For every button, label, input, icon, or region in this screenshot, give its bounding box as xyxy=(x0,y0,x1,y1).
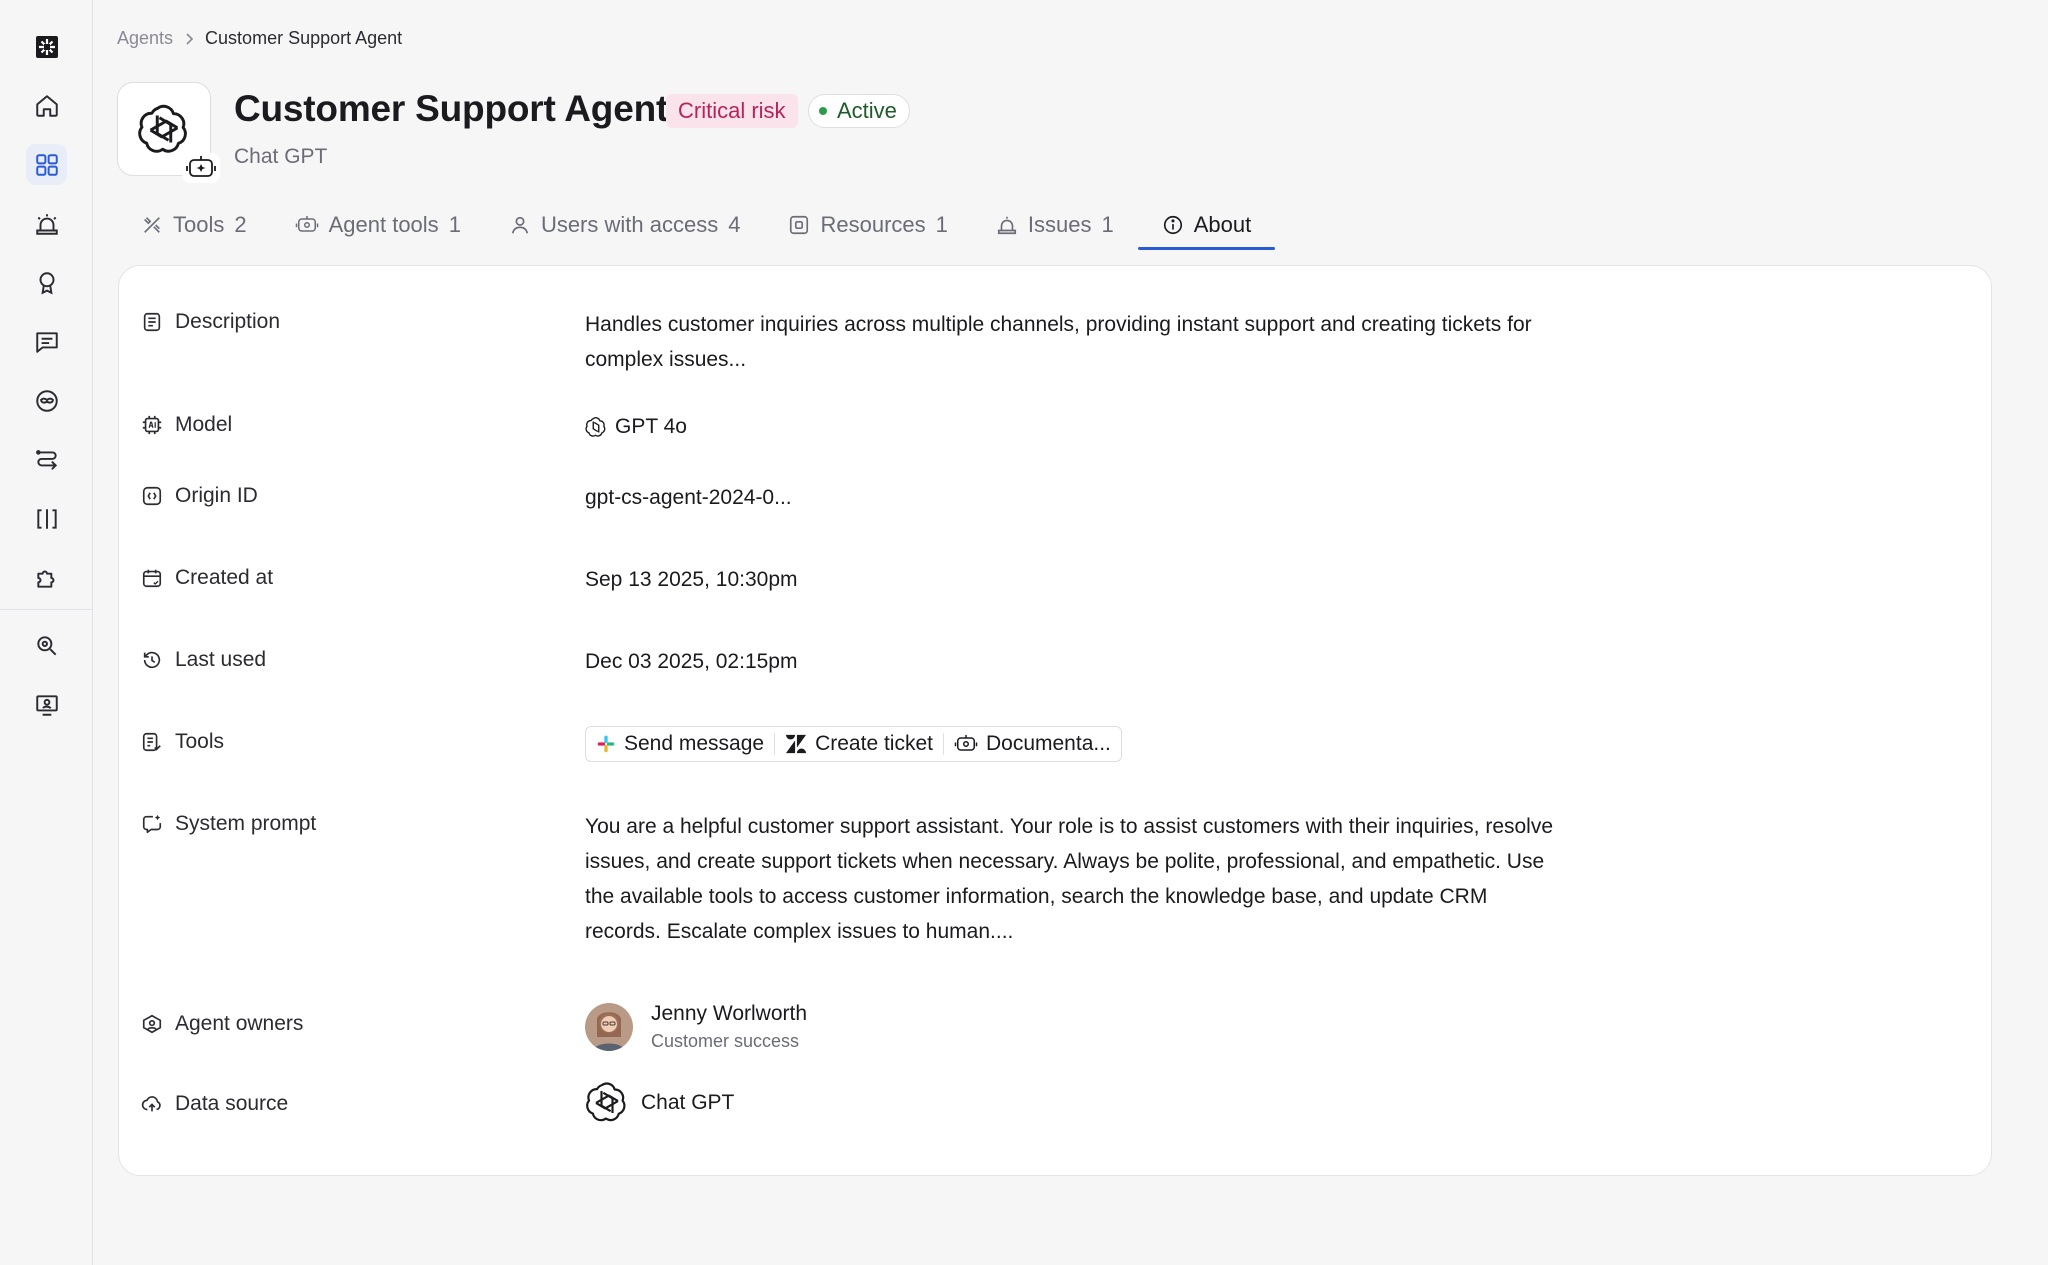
tab-issues-label: Issues xyxy=(1027,212,1092,237)
page-title: Customer Support Agent xyxy=(234,88,669,129)
flow-icon[interactable] xyxy=(26,439,67,480)
agent-icon xyxy=(954,733,978,755)
tab-users-with-access[interactable]: Users with access 4 xyxy=(485,197,765,253)
owner-info: Jenny Worlworth Customer success xyxy=(651,1000,807,1054)
monitor-user-icon[interactable] xyxy=(26,684,67,725)
last-used-value: Dec 03 2025, 02:15pm xyxy=(585,650,798,673)
user-icon xyxy=(509,214,531,236)
owner-name[interactable]: Jenny Worlworth xyxy=(651,1000,807,1028)
grid-icon[interactable] xyxy=(26,144,67,185)
tools-icon xyxy=(141,214,163,236)
tab-about[interactable]: About xyxy=(1137,197,1276,253)
owner-value: Jenny Worlworth Customer success xyxy=(585,1000,1565,1054)
description-value: Handles customer inquiries across multip… xyxy=(585,313,1532,371)
chat-sparkle-icon xyxy=(141,813,163,835)
alarm-icon[interactable] xyxy=(26,203,67,244)
last-used-label: Last used xyxy=(141,648,266,672)
tab-issues-count: 1 xyxy=(1101,212,1114,237)
tab-agent-tools-count: 1 xyxy=(448,212,461,237)
tab-agent-tools[interactable]: Agent tools 1 xyxy=(271,197,485,253)
about-card: Description Handles customer inquiries a… xyxy=(118,265,1992,1176)
tab-about-label: About xyxy=(1193,212,1252,237)
owner-role: Customer success xyxy=(651,1031,800,1051)
tab-tools[interactable]: Tools 2 xyxy=(117,197,271,253)
slack-icon xyxy=(596,734,616,754)
home-icon[interactable] xyxy=(26,85,67,126)
tool-create-ticket[interactable]: Create ticket xyxy=(775,727,943,761)
description-label: Description xyxy=(141,310,280,334)
calendar-icon xyxy=(141,567,163,589)
tab-issues[interactable]: Issues 1 xyxy=(972,197,1138,253)
alarm-icon xyxy=(996,214,1018,236)
tab-resources-label: Resources xyxy=(820,212,926,237)
openai-icon xyxy=(138,104,187,153)
ai-chip-icon xyxy=(141,414,163,436)
breadcrumb-current: Customer Support Agent xyxy=(205,28,403,48)
avatar[interactable] xyxy=(585,1003,633,1051)
system-prompt-value: You are a helpful customer support assis… xyxy=(585,815,1554,943)
tab-resources-count: 1 xyxy=(935,212,948,237)
breadcrumb: Agents Customer Support Agent xyxy=(117,28,402,49)
tab-bar: Tools 2 Agent tools 1 Users with access … xyxy=(117,197,1275,253)
tab-users-label: Users with access xyxy=(540,212,719,237)
award-icon[interactable] xyxy=(26,262,67,303)
tool-send-message[interactable]: Send message xyxy=(586,727,774,761)
mask-icon[interactable] xyxy=(26,380,67,421)
status-badge: Active xyxy=(808,94,910,128)
tools-list: Send message Create ticket Documenta... xyxy=(585,726,1122,762)
agent-subtitle: Chat GPT xyxy=(234,145,328,168)
tools-label: Tools xyxy=(141,730,224,754)
sidebar xyxy=(0,0,93,1265)
tab-tools-count: 2 xyxy=(234,212,247,237)
document-icon xyxy=(141,311,163,333)
zendesk-icon xyxy=(785,734,807,754)
brackets-icon[interactable] xyxy=(26,498,67,539)
info-icon xyxy=(1162,214,1184,236)
puzzle-icon[interactable] xyxy=(26,557,67,598)
cloud-upload-icon xyxy=(141,1093,163,1115)
tab-tools-label: Tools xyxy=(173,212,225,237)
checklist-icon xyxy=(141,731,163,753)
origin-id-label: Origin ID xyxy=(141,484,258,508)
openai-icon xyxy=(585,1080,629,1124)
data-source-label: Data source xyxy=(141,1092,288,1116)
sidebar-divider xyxy=(0,609,92,610)
data-source-value: Chat GPT xyxy=(585,1080,1565,1124)
status-dot xyxy=(819,107,827,115)
agent-owners-label: Agent owners xyxy=(141,1012,303,1036)
model-value: GPT 4o xyxy=(585,413,1565,441)
code-icon xyxy=(141,485,163,507)
owner-icon xyxy=(141,1013,163,1035)
tool-documentation[interactable]: Documenta... xyxy=(944,727,1121,761)
search-settings-icon[interactable] xyxy=(26,625,67,666)
resource-icon xyxy=(788,214,810,236)
created-at-label: Created at xyxy=(141,566,273,590)
agent-badge-icon xyxy=(182,153,220,183)
chevron-right-icon xyxy=(183,32,195,46)
tab-agent-tools-label: Agent tools xyxy=(328,212,439,237)
status-label: Active xyxy=(837,98,897,123)
message-icon[interactable] xyxy=(26,321,67,362)
breadcrumb-agents-link[interactable]: Agents xyxy=(117,28,173,49)
system-prompt-label: System prompt xyxy=(141,812,316,836)
brand-logo-icon[interactable] xyxy=(26,26,67,67)
model-label: Model xyxy=(141,413,232,437)
tab-resources[interactable]: Resources 1 xyxy=(764,197,971,253)
history-icon xyxy=(141,649,163,671)
created-at-value: Sep 13 2025, 10:30pm xyxy=(585,568,798,591)
agent-icon xyxy=(295,214,319,236)
risk-badge: Critical risk xyxy=(666,94,798,128)
openai-icon xyxy=(585,416,607,438)
tab-users-count: 4 xyxy=(728,212,741,237)
tools-value: Send message Create ticket Documenta... xyxy=(585,726,1565,762)
origin-id-value: gpt-cs-agent-2024-0... xyxy=(585,486,792,509)
